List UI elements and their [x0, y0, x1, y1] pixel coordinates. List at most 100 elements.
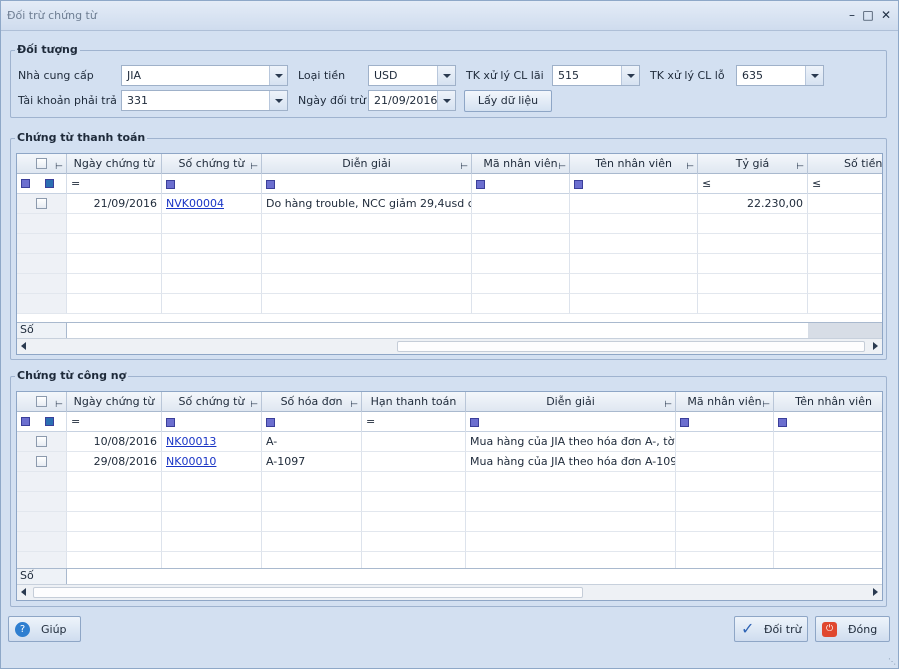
date-picker[interactable]: 21/09/2016 [368, 90, 456, 111]
filter-employee-code[interactable] [472, 174, 570, 194]
payments-hscrollbar[interactable] [17, 338, 882, 354]
col-employee-code[interactable]: Mã nhân viên ⊢ [676, 392, 774, 412]
scroll-thumb[interactable] [397, 341, 865, 352]
scroll-left-icon[interactable] [21, 588, 26, 596]
scroll-thumb[interactable] [33, 587, 583, 598]
cell-doc-no[interactable]: NK00010 [162, 452, 262, 472]
pin-icon[interactable]: ⊢ [55, 396, 63, 412]
currency-combo[interactable]: USD [368, 65, 456, 86]
maximize-icon[interactable]: □ [859, 7, 877, 23]
fetch-data-button[interactable]: Lấy dữ liệu [464, 90, 552, 112]
filter-amount[interactable]: ≤ [808, 174, 882, 194]
filter-rate[interactable]: ≤ [698, 174, 808, 194]
close-button[interactable]: ⏻ Đóng [815, 616, 890, 642]
empty-cell [17, 472, 67, 492]
pin-icon[interactable]: ⊢ [664, 396, 672, 412]
col-due-date[interactable]: Hạn thanh toán [362, 392, 466, 412]
loss-account-combo[interactable]: 635 [736, 65, 824, 86]
empty-cell [162, 532, 262, 552]
cell-doc-no[interactable]: NVK00004 [162, 194, 262, 214]
empty-row [17, 234, 882, 254]
col-description[interactable]: Diễn giải ⊢ [262, 154, 472, 174]
chevron-down-icon[interactable] [269, 66, 287, 85]
filter-square-icon [266, 179, 275, 189]
table-row[interactable]: 10/08/2016 NK00013 A- Mua hàng của JIA t… [17, 432, 882, 452]
filter-employee-name[interactable] [774, 412, 882, 432]
empty-cell [676, 492, 774, 512]
empty-cell [774, 492, 882, 512]
col-invoice-no[interactable]: Số hóa đơn ⊢ [262, 392, 362, 412]
debts-hscrollbar[interactable] [17, 584, 882, 600]
empty-cell [17, 512, 67, 532]
filter-employee-code[interactable] [676, 412, 774, 432]
filter-description[interactable] [466, 412, 676, 432]
scroll-right-icon[interactable] [873, 342, 878, 350]
filter-description[interactable] [262, 174, 472, 194]
select-all-checkbox[interactable] [36, 396, 47, 407]
pin-icon[interactable]: ⊢ [762, 396, 770, 412]
pin-icon[interactable]: ⊢ [250, 396, 258, 412]
select-all-checkbox[interactable] [36, 158, 47, 169]
resize-grip-icon[interactable]: ⋱ [888, 657, 896, 666]
cell-due-date [362, 452, 466, 472]
payable-combo[interactable]: 331 [121, 90, 288, 111]
chevron-down-icon[interactable] [437, 66, 455, 85]
chevron-down-icon[interactable] [269, 91, 287, 110]
filter-due-date[interactable]: = [362, 412, 466, 432]
col-employee-name[interactable]: Tên nhân viên ⊢ [570, 154, 698, 174]
filter-square-icon[interactable] [21, 417, 30, 426]
pin-icon[interactable]: ⊢ [796, 158, 804, 174]
filter-doc-no[interactable] [162, 412, 262, 432]
chevron-down-icon[interactable] [805, 66, 823, 85]
cell-date: 10/08/2016 [67, 432, 162, 452]
pin-icon[interactable]: ⊢ [686, 158, 694, 174]
row-checkbox[interactable] [36, 198, 47, 209]
col-doc-no[interactable]: Số chứng từ ⊢ [162, 154, 262, 174]
col-rate[interactable]: Tỷ giá ⊢ [698, 154, 808, 174]
filter-doc-no[interactable] [162, 174, 262, 194]
table-row[interactable]: 29/08/2016 NK00010 A-1097 Mua hàng của J… [17, 452, 882, 472]
empty-row [17, 254, 882, 274]
filter-date[interactable]: = [67, 174, 162, 194]
currency-value: USD [374, 69, 398, 82]
cell-doc-no[interactable]: NK00013 [162, 432, 262, 452]
filter-employee-name[interactable] [570, 174, 698, 194]
row-checkbox[interactable] [36, 436, 47, 447]
chevron-down-icon[interactable] [621, 66, 639, 85]
supplier-label: Nhà cung cấp [18, 69, 94, 82]
supplier-combo[interactable]: JIA [121, 65, 288, 86]
col-date[interactable]: Ngày chứng từ [67, 154, 162, 174]
help-button[interactable]: ? Giúp [8, 616, 81, 642]
date-label: Ngày đối trừ [298, 94, 367, 107]
col-date[interactable]: Ngày chứng từ [67, 392, 162, 412]
col-amount[interactable]: Số tiền [808, 154, 882, 174]
filter-square-icon[interactable] [45, 417, 54, 426]
chevron-down-icon[interactable] [437, 91, 455, 110]
offset-button[interactable]: ✓ Đối trừ [734, 616, 808, 642]
filter-square-icon[interactable] [21, 179, 30, 188]
scroll-right-icon[interactable] [873, 588, 878, 596]
filter-date[interactable]: = [67, 412, 162, 432]
empty-cell [472, 274, 570, 294]
col-employee-name[interactable]: Tên nhân viên [774, 392, 882, 412]
col-description[interactable]: Diễn giải ⊢ [466, 392, 676, 412]
pin-icon[interactable]: ⊢ [558, 158, 566, 174]
pin-icon[interactable]: ⊢ [460, 158, 468, 174]
cell-invoice-no: A- [262, 432, 362, 452]
cell-date: 21/09/2016 [67, 194, 162, 214]
gain-account-combo[interactable]: 515 [552, 65, 640, 86]
col-doc-no[interactable]: Số chứng từ ⊢ [162, 392, 262, 412]
pin-icon[interactable]: ⊢ [350, 396, 358, 412]
empty-cell [17, 294, 67, 314]
filter-square-icon[interactable] [45, 179, 54, 188]
close-icon[interactable]: ✕ [877, 7, 895, 23]
empty-row [17, 512, 882, 532]
filter-invoice-no[interactable] [262, 412, 362, 432]
debts-header: ⊢ Ngày chứng từ Số chứng từ ⊢ Số hóa đơn ⊢… [17, 392, 882, 412]
row-checkbox[interactable] [36, 456, 47, 467]
pin-icon[interactable]: ⊢ [55, 158, 63, 174]
table-row[interactable]: 21/09/2016 NVK00004 Do hàng trouble, NCC… [17, 194, 882, 214]
scroll-left-icon[interactable] [21, 342, 26, 350]
pin-icon[interactable]: ⊢ [250, 158, 258, 174]
col-employee-code[interactable]: Mã nhân viên ⊢ [472, 154, 570, 174]
